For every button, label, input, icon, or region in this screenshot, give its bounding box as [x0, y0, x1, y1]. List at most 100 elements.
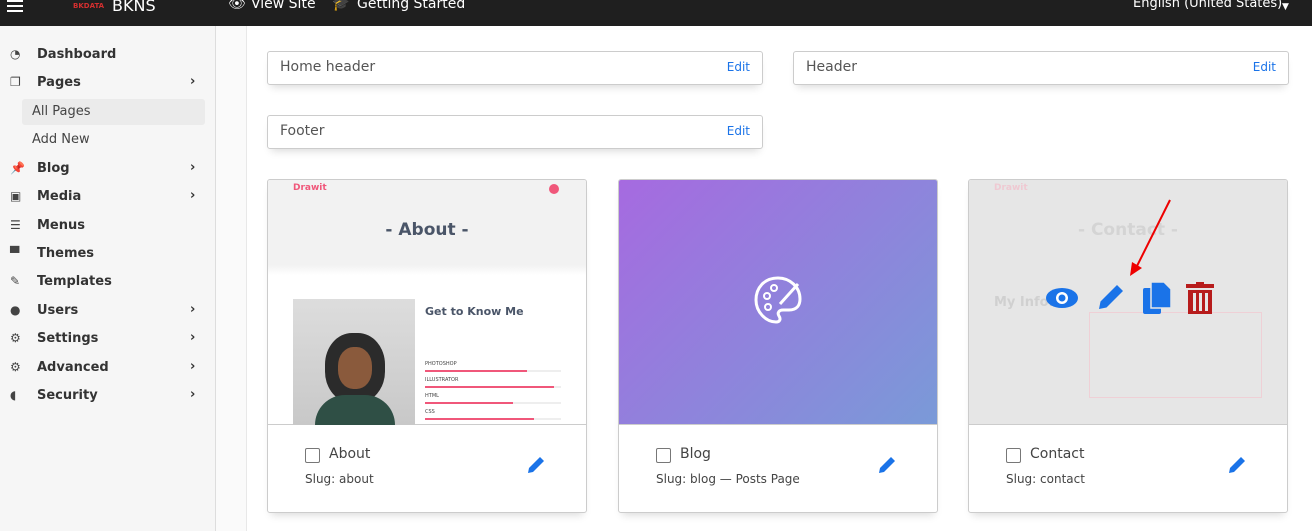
partial-home-header: Home header Edit — [267, 51, 763, 85]
sidebar-subitem-label: All Pages — [32, 104, 91, 119]
sidebar-item-label: Themes — [37, 246, 95, 261]
thumb-subheading: My Info. — [994, 295, 1054, 310]
user-icon: ● — [10, 303, 21, 317]
annotation-arrow — [1130, 199, 1171, 276]
page-slug: Slug: blog — Posts Page — [656, 472, 800, 486]
sidebar-item-label: Pages — [37, 75, 81, 90]
partial-footer: Footer Edit — [267, 115, 763, 149]
view-site-link[interactable]: View Site — [251, 0, 316, 12]
select-checkbox[interactable] — [656, 448, 671, 463]
sidebar-divider — [216, 26, 247, 531]
chevron-right-icon: › — [190, 74, 196, 89]
sidebar-item-dashboard[interactable]: ◔ Dashboard — [0, 42, 216, 68]
thumb-skill-bar — [425, 418, 561, 420]
thumb-skill-label: PHOTOSHOP — [425, 361, 457, 367]
media-icon: ▣ — [10, 189, 22, 203]
menu-icon[interactable] — [7, 0, 23, 12]
palette-icon — [754, 276, 802, 324]
duplicate-icon[interactable] — [1143, 282, 1171, 314]
sidebar-item-menus[interactable]: ☰ Menus — [0, 213, 216, 239]
pencil-icon[interactable] — [526, 455, 546, 475]
cogs-icon: ⚙ — [10, 331, 21, 345]
pencil-icon[interactable] — [1227, 455, 1247, 475]
sidebar-item-security[interactable]: ◖ Security › — [0, 383, 216, 409]
sidebar-item-label: Users — [37, 303, 79, 318]
sidebar-item-label: Blog — [37, 161, 70, 176]
view-eye-icon[interactable] — [1046, 286, 1078, 310]
brush-icon: ✎ — [10, 274, 21, 288]
caret-down-icon: ▼ — [1282, 2, 1289, 12]
page-card-blog: Blog Slug: blog — Posts Page — [618, 179, 938, 513]
sidebar-item-templates[interactable]: ✎ Templates — [0, 269, 216, 295]
language-selector[interactable]: English (United States) — [1133, 0, 1282, 11]
sidebar-item-users[interactable]: ● Users › — [0, 298, 216, 324]
chevron-right-icon: › — [190, 359, 196, 374]
partial-name: Header — [806, 59, 857, 75]
page-card-about: Drawit - About - Get to Know Me PHOTOSHO… — [267, 179, 587, 513]
page-thumbnail[interactable]: Drawit - About - Get to Know Me PHOTOSHO… — [268, 180, 586, 425]
page-thumbnail[interactable] — [619, 180, 937, 425]
dashboard-icon: ◔ — [10, 47, 21, 61]
trash-icon[interactable] — [1186, 282, 1214, 314]
page-slug: Slug: contact — [1006, 472, 1085, 486]
sidebar-subitem-all-pages[interactable]: All Pages — [22, 99, 205, 125]
list-icon: ☰ — [10, 218, 21, 232]
thumb-form — [1089, 312, 1262, 398]
brand-logo: BKDATA — [73, 2, 105, 10]
thumb-subheading: Get to Know Me — [425, 305, 524, 318]
page-title: About — [329, 446, 371, 462]
pin-icon: 📌 — [10, 161, 25, 175]
pages-icon: ❐ — [10, 75, 21, 89]
sidebar-item-label: Security — [37, 388, 98, 403]
pencil-icon[interactable] — [877, 455, 897, 475]
page-title: Contact — [1030, 446, 1085, 462]
getting-started-link[interactable]: Getting Started — [357, 0, 465, 12]
chevron-right-icon: › — [190, 188, 196, 203]
sidebar-item-blog[interactable]: 📌 Blog › — [0, 156, 216, 182]
thumb-skill-label: ILLUSTRATOR — [425, 377, 459, 383]
select-checkbox[interactable] — [305, 448, 320, 463]
page-thumbnail[interactable]: Drawit - Contact - My Info. — [969, 180, 1287, 425]
sidebar-item-label: Media — [37, 189, 82, 204]
sidebar-item-advanced[interactable]: ⚙ Advanced › — [0, 355, 216, 381]
graduation-cap-icon: 🎓 — [332, 0, 350, 12]
top-bar: BKDATA BKNS 👁 View Site 🎓 Getting Starte… — [0, 0, 1312, 26]
thumb-skill-bar — [425, 402, 561, 404]
sidebar-item-settings[interactable]: ⚙ Settings › — [0, 326, 216, 352]
sidebar-item-media[interactable]: ▣ Media › — [0, 184, 216, 210]
edit-pencil-icon[interactable] — [1095, 282, 1127, 312]
partial-name: Footer — [280, 123, 325, 139]
sidebar-item-label: Menus — [37, 218, 86, 233]
sidebar-subitem-add-new[interactable]: Add New — [22, 127, 205, 153]
paint-roller-icon: ▀ — [10, 246, 20, 260]
edit-link[interactable]: Edit — [727, 124, 750, 138]
page-slug: Slug: about — [305, 472, 374, 486]
edit-link[interactable]: Edit — [727, 60, 750, 74]
thumb-skill-bar — [425, 370, 561, 372]
thumb-logo: Drawit — [293, 183, 327, 193]
chevron-right-icon: › — [190, 302, 196, 317]
partial-header: Header Edit — [793, 51, 1289, 85]
sidebar: ◔ Dashboard ❐ Pages › 📌 Blog › ▣ Media › ☰ Menus ▀ The… — [0, 26, 216, 531]
sidebar-item-label: Templates — [37, 274, 112, 289]
thumb-heading: - About - — [385, 220, 469, 240]
chevron-right-icon: › — [190, 330, 196, 345]
partial-name: Home header — [280, 59, 376, 75]
sidebar-item-pages[interactable]: ❐ Pages › — [0, 70, 216, 96]
shield-icon: ◖ — [10, 388, 17, 402]
sidebar-item-label: Dashboard — [37, 47, 117, 62]
sidebar-item-themes[interactable]: ▀ Themes — [0, 241, 216, 267]
thumb-search-icon — [549, 184, 559, 194]
sidebar-item-label: Settings — [37, 331, 99, 346]
thumb-skill-label: CSS — [425, 409, 435, 415]
brand-name[interactable]: BKNS — [112, 0, 156, 15]
eye-icon: 👁 — [228, 0, 246, 12]
page-card-contact: Drawit - Contact - My Info. Contact Slug… — [968, 179, 1288, 513]
thumb-photo — [293, 299, 415, 425]
thumb-skill-bar — [425, 386, 561, 388]
thumb-skill-label: HTML — [425, 393, 439, 399]
page-title: Blog — [680, 446, 711, 462]
edit-link[interactable]: Edit — [1253, 60, 1276, 74]
gear-icon: ⚙ — [10, 360, 21, 374]
select-checkbox[interactable] — [1006, 448, 1021, 463]
